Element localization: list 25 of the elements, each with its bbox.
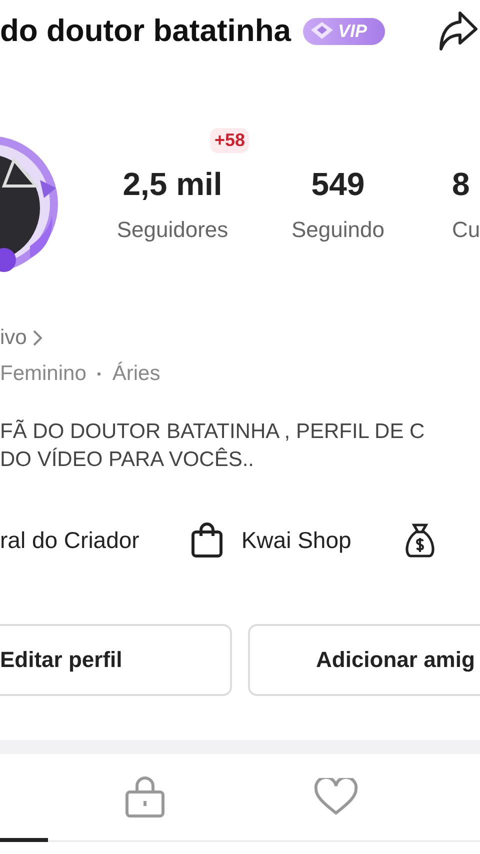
- vip-badge: VIP: [303, 18, 386, 44]
- stat-label[interactable]: Seguidores: [116, 216, 228, 242]
- shortcut-link[interactable]: Kwai Shop: [241, 526, 352, 554]
- lock-icon: [124, 776, 164, 818]
- stat-label[interactable]: Seguindo: [292, 216, 384, 242]
- heart-icon: [314, 778, 358, 816]
- stat-count[interactable]: 549: [311, 166, 365, 202]
- profile-detail: Feminino: [0, 362, 86, 386]
- profile-detail: Áries: [112, 362, 160, 386]
- stat-count[interactable]: 8: [452, 166, 470, 202]
- bio-text: DO VÍDEO PARA VOCÊS..: [0, 446, 256, 473]
- shopping-bag-icon: [191, 522, 224, 558]
- bio-text: FÃ DO DOUTOR BATATINHA , PERFIL DE C: [0, 418, 426, 445]
- profile-button[interactable]: Adicionar amig: [248, 624, 480, 696]
- chevron-right-icon: [32, 330, 42, 346]
- shortcut-link[interactable]: ral do Criador: [0, 526, 140, 554]
- stat-count[interactable]: 2,5 mil: [122, 166, 222, 202]
- money-bag-icon: [403, 522, 438, 558]
- stat-label[interactable]: Cu: [452, 216, 480, 242]
- active-tab-indicator: [0, 838, 48, 842]
- profile-button[interactable]: Editar perfil: [0, 624, 232, 696]
- profile-name: do doutor batatinha: [0, 13, 292, 49]
- share-icon[interactable]: [438, 9, 478, 53]
- new-followers-badge: +58: [210, 128, 249, 152]
- live-link[interactable]: ivo: [0, 326, 27, 350]
